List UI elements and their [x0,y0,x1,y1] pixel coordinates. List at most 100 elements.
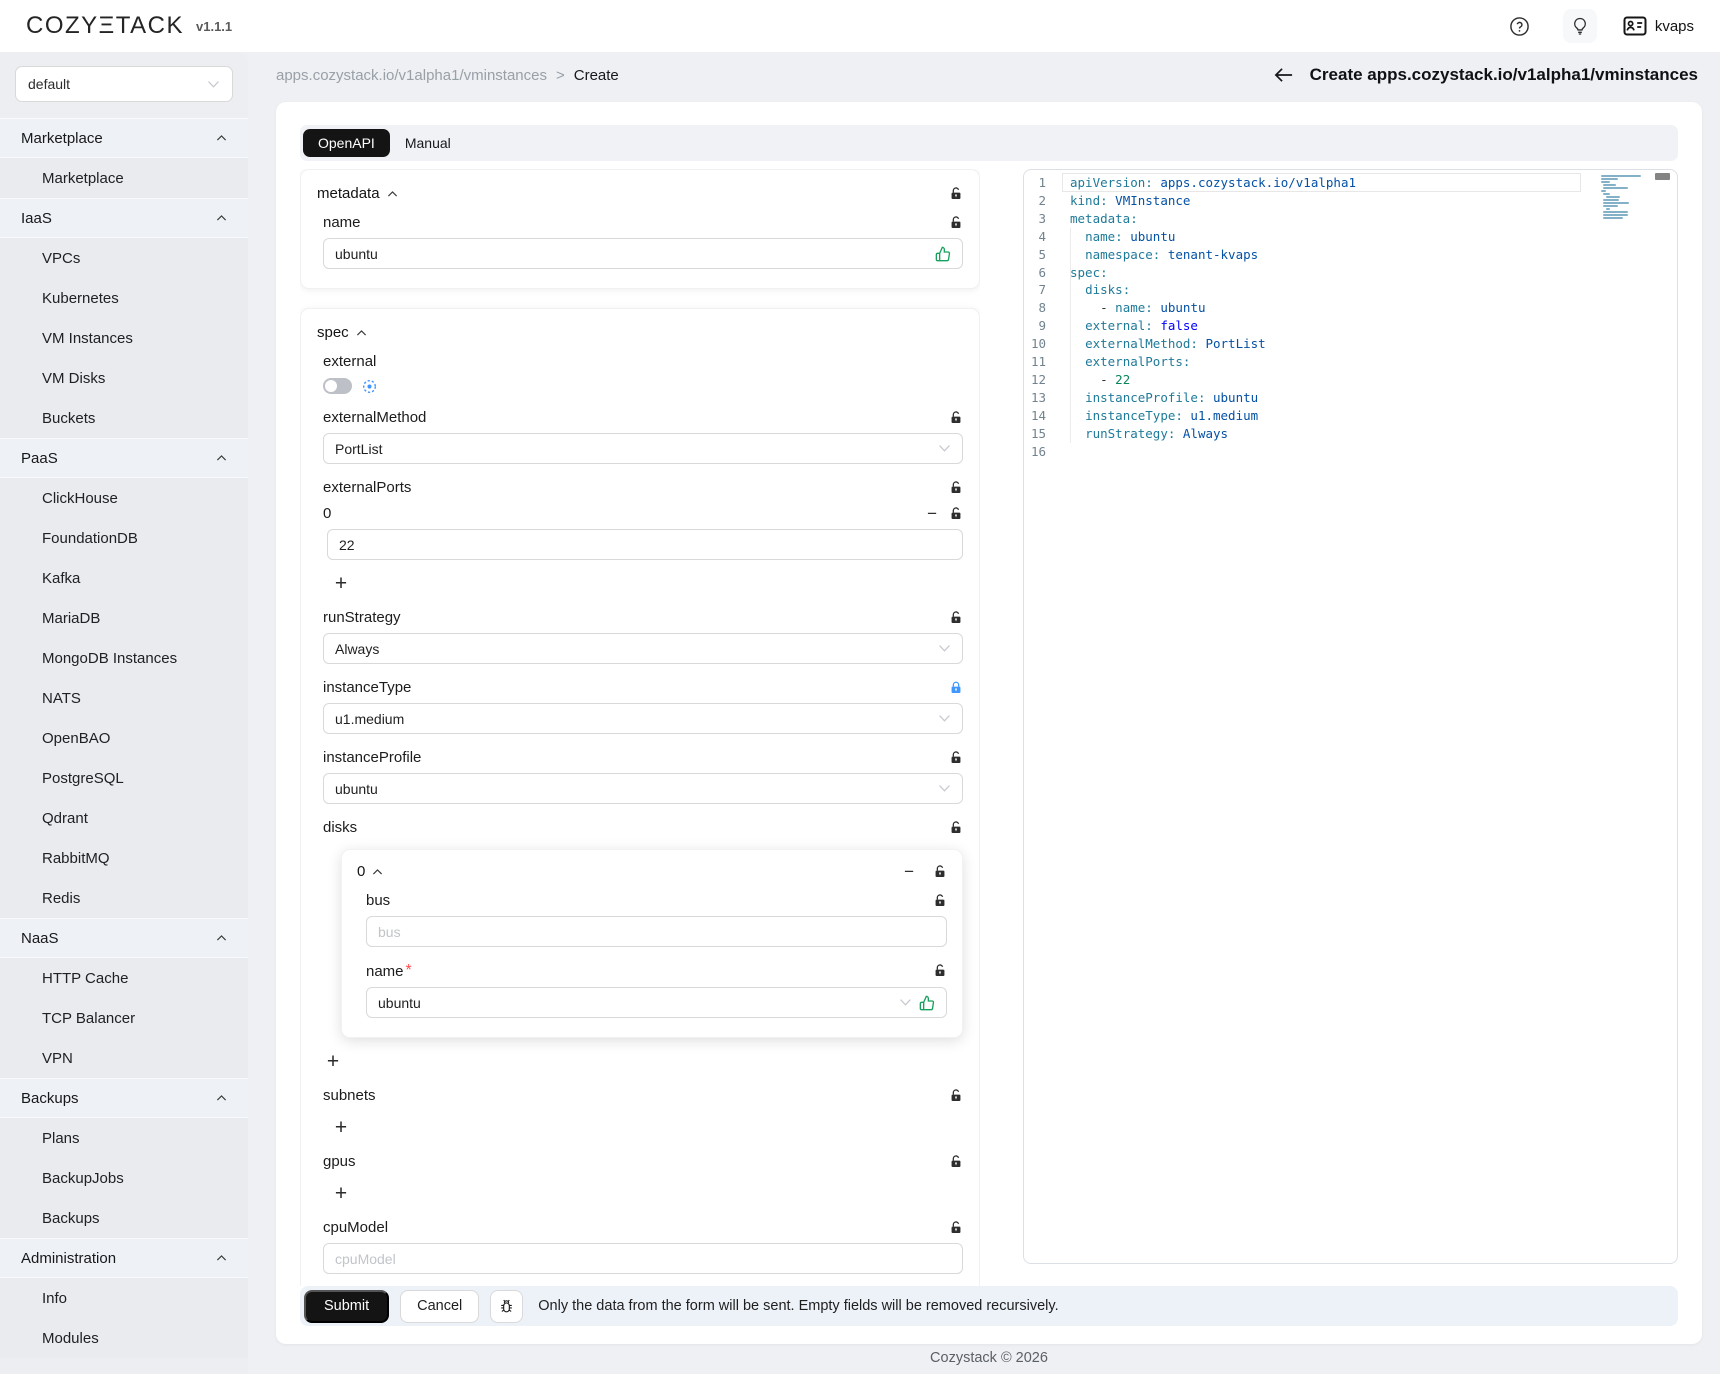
lock-open-icon[interactable] [949,1155,963,1169]
back-arrow-icon[interactable] [1273,66,1294,84]
lock-open-icon[interactable] [949,1089,963,1103]
sidebar-item-rabbitmq[interactable]: RabbitMQ [0,838,248,878]
collapse-caret-icon[interactable] [356,329,367,337]
theme-bulb-icon[interactable] [1563,9,1597,43]
sidebar-item-info[interactable]: Info [0,1278,248,1318]
add-subnet-icon[interactable]: + [331,1117,351,1138]
sidebar-item-backups[interactable]: Backups [0,1198,248,1238]
help-icon[interactable] [1503,9,1537,43]
reset-default-icon[interactable] [362,379,377,394]
lock-closed-icon[interactable] [949,681,963,695]
debug-button[interactable] [490,1290,523,1323]
sidebar-item-qdrant[interactable]: Qdrant [0,798,248,838]
collapse-caret-icon[interactable] [387,190,398,198]
sidebar-item-foundationdb[interactable]: FoundationDB [0,518,248,558]
sidebar-item-redis[interactable]: Redis [0,878,248,918]
sidebar-item-vm-disks[interactable]: VM Disks [0,358,248,398]
field-label-externalPorts: externalPorts [323,479,411,496]
cancel-button[interactable]: Cancel [400,1290,479,1323]
sidebar-item-clickhouse[interactable]: ClickHouse [0,478,248,518]
sidebar-item-modules[interactable]: Modules [0,1318,248,1358]
field-label-name: name [323,214,361,231]
sidebar-item-plans[interactable]: Plans [0,1118,248,1158]
sidebar-item-openbao[interactable]: OpenBAO [0,718,248,758]
sidebar-item-kafka[interactable]: Kafka [0,558,248,598]
editor-line: 15 runStrategy: Always [1024,425,1677,443]
yaml-editor[interactable]: 1apiVersion: apps.cozystack.io/v1alpha12… [1023,169,1678,1264]
tab-manual[interactable]: Manual [390,129,466,157]
editor-minimap[interactable] [1601,175,1645,223]
externalMethod-select[interactable]: PortList [323,433,963,464]
editor-line: 8 - name: ubuntu [1024,299,1677,317]
app-logo: COZYΞTACK [26,12,184,40]
sidebar-item-marketplace[interactable]: Marketplace [0,158,248,198]
disk-bus-input[interactable] [366,916,947,947]
editor-line: 3metadata: [1024,210,1677,228]
sidebar-section-marketplace[interactable]: Marketplace [0,118,248,158]
sidebar-item-http-cache[interactable]: HTTP Cache [0,958,248,998]
submit-button[interactable]: Submit [304,1290,389,1323]
externalPorts-item-input[interactable] [327,529,963,560]
runStrategy-select[interactable]: Always [323,633,963,664]
disk-bus-input-field[interactable] [378,924,935,940]
lock-open-icon[interactable] [933,894,947,908]
breadcrumb-resource-link[interactable]: apps.cozystack.io/v1alpha1/vminstances [276,67,547,84]
sidebar-item-mongodb-instances[interactable]: MongoDB Instances [0,638,248,678]
external-toggle[interactable] [323,378,352,394]
editor-line: 2kind: VMInstance [1024,192,1677,210]
disk-name-select[interactable]: ubuntu [366,987,947,1018]
lock-open-icon[interactable] [949,411,963,425]
instanceProfile-select[interactable]: ubuntu [323,773,963,804]
sidebar-item-tcp-balancer[interactable]: TCP Balancer [0,998,248,1038]
sidebar-section-backups[interactable]: Backups [0,1078,248,1118]
remove-item-icon[interactable]: − [927,505,937,522]
user-badge-icon [1623,16,1647,36]
tab-openapi[interactable]: OpenAPI [303,129,390,157]
instanceType-select[interactable]: u1.medium [323,703,963,734]
collapse-caret-icon[interactable] [372,868,383,876]
sidebar-section-iaas[interactable]: IaaS [0,198,248,238]
namespace-select[interactable]: default [15,66,233,102]
metadata-name-input-field[interactable] [335,246,935,262]
lock-open-icon[interactable] [933,865,947,879]
cpuModel-input[interactable] [323,1243,963,1274]
add-externalPorts-item-icon[interactable]: + [331,573,351,594]
sidebar-item-vm-instances[interactable]: VM Instances [0,318,248,358]
metadata-name-input[interactable] [323,238,963,269]
sidebar-section-administration[interactable]: Administration [0,1238,248,1278]
sidebar-item-vpcs[interactable]: VPCs [0,238,248,278]
sidebar-item-mariadb[interactable]: MariaDB [0,598,248,638]
remove-disk-icon[interactable]: − [904,863,914,880]
editor-line: 9 external: false [1024,317,1677,335]
sidebar-item-postgresql[interactable]: PostgreSQL [0,758,248,798]
field-label-instanceProfile: instanceProfile [323,749,421,766]
sidebar-item-nats[interactable]: NATS [0,678,248,718]
cpuModel-input-field[interactable] [335,1251,951,1267]
field-label-disks: disks [323,819,357,836]
sidebar-section-paas[interactable]: PaaS [0,438,248,478]
lock-open-icon[interactable] [949,216,963,230]
sidebar-item-vpn[interactable]: VPN [0,1038,248,1078]
sidebar-item-backupjobs[interactable]: BackupJobs [0,1158,248,1198]
sidebar-item-buckets[interactable]: Buckets [0,398,248,438]
sidebar-section-naas[interactable]: NaaS [0,918,248,958]
breadcrumb: apps.cozystack.io/v1alpha1/vminstances >… [276,67,619,84]
lock-open-icon[interactable] [933,964,947,978]
chevron-down-icon [938,784,951,793]
add-gpu-icon[interactable]: + [331,1183,351,1204]
lock-open-icon[interactable] [949,821,963,835]
openapi-form: metadata name spec [300,169,980,1286]
externalPorts-item-input-field[interactable] [339,537,951,553]
lock-open-icon[interactable] [949,507,963,521]
disks-item-panel: 0 − bus name* [341,849,963,1038]
lock-open-icon[interactable] [949,611,963,625]
editor-scrollbar-thumb[interactable] [1655,173,1670,180]
lock-open-icon[interactable] [949,481,963,495]
user-menu[interactable]: kvaps [1623,16,1694,36]
sidebar-item-kubernetes[interactable]: Kubernetes [0,278,248,318]
lock-open-icon[interactable] [949,1221,963,1235]
add-disk-icon[interactable]: + [323,1051,343,1072]
app-version: v1.1.1 [196,19,232,34]
lock-open-icon[interactable] [949,187,963,201]
lock-open-icon[interactable] [949,751,963,765]
